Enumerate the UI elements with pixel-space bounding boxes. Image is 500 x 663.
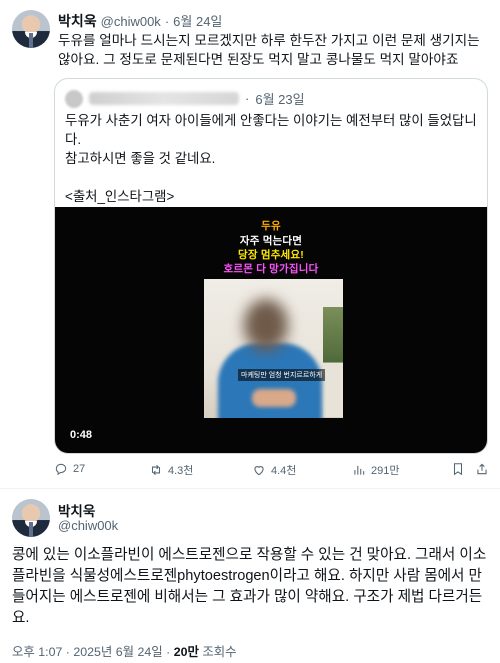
reply-views-count: 20만 [173, 645, 199, 659]
reply-text: 콩에 있는 이소플라빈이 에스트로젠으로 작용할 수 있는 건 맞아요. 그래서… [12, 547, 487, 626]
video-overlay-text: 자주 먹는다면 [239, 235, 303, 247]
reply-author-name[interactable]: 박치욱 [58, 500, 95, 520]
reply-views-label: 조회수 [198, 645, 237, 659]
quoted-tweet[interactable]: · 6월 23일 두유가 사춘기 여자 아이들에게 안좋다는 이야기는 예전부터… [54, 78, 488, 454]
action-bar: 27 4.3천 4.4천 291만 [0, 462, 500, 480]
reply-author-handle[interactable]: @chiw00k [58, 518, 118, 533]
analytics-icon [354, 465, 365, 475]
quoted-text-line: 두유가 사춘기 여자 아이들에게 안좋다는 이야기는 예전부터 많이 들었답니다… [65, 113, 477, 147]
quoted-text-line: <출처_인스타그램> [65, 189, 175, 204]
video-overlay-text: 호르몬 다 망가집니다 [223, 263, 319, 275]
like-button[interactable]: 4.4천 [252, 462, 296, 478]
share-icon [477, 463, 487, 475]
bookmark-icon [453, 463, 463, 476]
blurred-name [89, 92, 239, 105]
reply-timestamp[interactable]: 오후 1:07 · 2025년 6월 24일 · [12, 645, 174, 659]
tweet-date[interactable]: 6월 24일 [173, 11, 222, 30]
quoted-header: · 6월 23일 [65, 89, 305, 108]
blurred-face [244, 299, 288, 351]
video-player[interactable]: 두유 자주 먹는다면 당장 멈추세요! 호르몬 다 망가집니다 마케팅만 엄청 … [55, 207, 487, 453]
heart-icon [254, 466, 264, 476]
blurred-avatar [65, 89, 83, 108]
share-button[interactable] [475, 462, 489, 476]
author-name[interactable]: 박치욱 [58, 11, 97, 31]
bookmark-button[interactable] [451, 462, 465, 476]
video-frame: 마케팅만 엄청 번지르르하게 [204, 279, 343, 418]
avatar[interactable] [12, 499, 50, 537]
video-duration: 0:48 [70, 429, 93, 441]
background-plant [323, 307, 343, 417]
separator: · [164, 14, 170, 29]
quoted-date: 6월 23일 [255, 92, 305, 107]
quoted-text: 두유가 사춘기 여자 아이들에게 안좋다는 이야기는 예전부터 많이 들었답니다… [65, 111, 477, 206]
reply-icon [55, 463, 67, 476]
reply-meta: 오후 1:07 · 2025년 6월 24일 · 20만 조회수 [12, 642, 237, 660]
tweet[interactable]: 박치욱 @chiw00k · 6월 24일 두유를 얼마나 드시는지 모르겠지만… [0, 0, 500, 490]
retweet-count: 4.3천 [168, 465, 194, 477]
video-overlay-text: 당장 멈추세요! [238, 249, 304, 261]
like-count: 4.4천 [271, 465, 297, 477]
tweet-header: 박치욱 @chiw00k · 6월 24일 [58, 11, 222, 31]
reply-count: 27 [73, 463, 86, 475]
divider [0, 488, 500, 489]
author-handle[interactable]: @chiw00k [101, 14, 161, 29]
retweet-button[interactable]: 4.3천 [149, 462, 193, 478]
video-subtitle: 마케팅만 엄청 번지르르하게 [238, 369, 326, 381]
avatar[interactable] [12, 10, 50, 48]
person-hands [252, 389, 296, 407]
views-button[interactable]: 291만 [352, 462, 399, 478]
tweet-text: 두유를 얼마나 드시는지 모르겠지만 하루 한두잔 가지고 이런 문제 생기지는… [58, 33, 480, 67]
separator: · [245, 91, 250, 106]
quoted-text-line: 참고하시면 좋을 것 같네요. [65, 151, 216, 166]
reply-button[interactable]: 27 [54, 462, 85, 476]
retweet-icon [151, 464, 161, 476]
avatar-tie [29, 33, 33, 48]
view-count: 291만 [371, 465, 400, 477]
video-overlay-text: 두유 [261, 220, 281, 232]
avatar-tie [29, 522, 33, 537]
